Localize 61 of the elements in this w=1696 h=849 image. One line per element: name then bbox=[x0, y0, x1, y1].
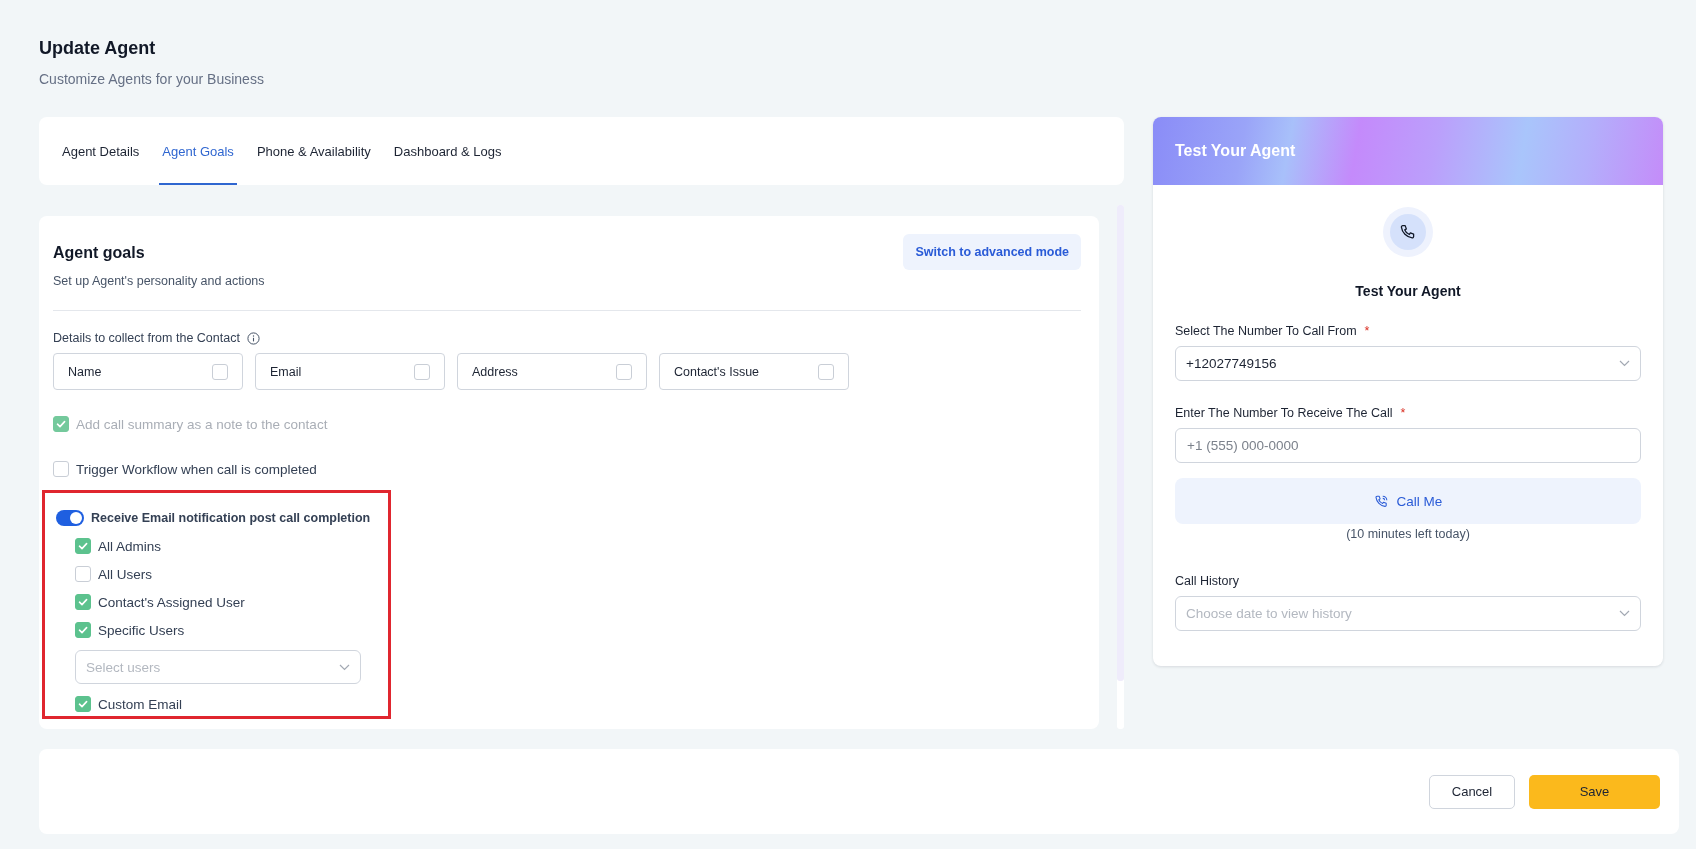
panel-header-title: Test Your Agent bbox=[1175, 142, 1296, 160]
checkbox-label: Contact's Assigned User bbox=[98, 594, 245, 610]
checkmark-icon bbox=[56, 419, 66, 429]
section-title: Agent goals bbox=[53, 244, 146, 262]
phone-icon bbox=[1373, 493, 1389, 509]
option-label: Address bbox=[472, 364, 518, 379]
chevron-icon bbox=[1619, 610, 1630, 617]
option-label: Name bbox=[68, 364, 102, 379]
detail-option[interactable]: Email bbox=[255, 353, 445, 390]
checkbox-label: Custom Email bbox=[98, 696, 183, 712]
cancel-button[interactable]: Cancel bbox=[1429, 774, 1515, 809]
checkbox[interactable] bbox=[75, 538, 91, 554]
checkbox-label: Trigger Workflow when call is completed bbox=[76, 461, 317, 477]
checkbox[interactable] bbox=[616, 363, 632, 380]
call-me-button[interactable]: Call Me bbox=[1175, 478, 1641, 524]
phone-icon bbox=[1399, 223, 1417, 241]
detail-option[interactable]: Name bbox=[53, 353, 243, 390]
checkbox[interactable] bbox=[414, 363, 430, 380]
field-label: Details to collect from the Contact bbox=[53, 331, 240, 345]
toggle-switch[interactable] bbox=[56, 510, 84, 526]
checkbox[interactable] bbox=[212, 363, 228, 380]
number-select[interactable]: +12027749156 bbox=[1175, 346, 1641, 381]
toggle-label: Receive Email notification post call completion bbox=[91, 511, 371, 525]
checkbox[interactable] bbox=[75, 622, 91, 638]
checkbox[interactable] bbox=[75, 696, 91, 712]
checkmark-icon bbox=[78, 699, 88, 709]
required-mark: * bbox=[1364, 324, 1370, 338]
option-label: Contact's Issue bbox=[674, 364, 760, 379]
chevron-icon bbox=[1619, 360, 1630, 367]
minutes-left: (10 minutes left today) bbox=[1346, 527, 1470, 541]
tab[interactable]: Agent Details bbox=[59, 117, 143, 185]
advanced-mode-button[interactable]: Switch to advanced mode bbox=[903, 234, 1081, 270]
field-label: Select The Number To Call From bbox=[1175, 324, 1357, 338]
option-label: Email bbox=[270, 364, 302, 379]
checkbox[interactable] bbox=[75, 566, 91, 582]
checkmark-icon bbox=[78, 541, 88, 551]
page-title: Update Agent bbox=[39, 38, 157, 59]
tab[interactable]: Dashboard & Logs bbox=[390, 117, 505, 185]
checkbox-label: Specific Users bbox=[98, 622, 185, 638]
checkbox[interactable] bbox=[818, 363, 834, 380]
checkbox[interactable] bbox=[53, 461, 69, 477]
checkbox-label: All Admins bbox=[98, 538, 162, 554]
detail-option[interactable]: Contact's Issue bbox=[659, 353, 849, 390]
tab[interactable]: Phone & Availability bbox=[253, 117, 374, 185]
field-label: Call History bbox=[1175, 574, 1239, 588]
chevron-icon bbox=[339, 663, 350, 671]
checkbox-label: Add call summary as a note to the contact bbox=[76, 416, 328, 432]
panel-title: Test Your Agent bbox=[1355, 283, 1461, 299]
info-icon bbox=[246, 331, 260, 345]
required-mark: * bbox=[1400, 406, 1406, 420]
checkbox[interactable] bbox=[75, 594, 91, 610]
phone-input[interactable]: +1 (555) 000-0000 bbox=[1175, 428, 1641, 463]
tab[interactable]: Agent Goals bbox=[159, 117, 237, 185]
page-subtitle: Customize Agents for your Business bbox=[39, 71, 265, 87]
section-subtitle: Set up Agent's personality and actions bbox=[53, 274, 265, 288]
checkmark-icon bbox=[78, 625, 88, 635]
checkmark-icon bbox=[78, 597, 88, 607]
detail-option[interactable]: Address bbox=[457, 353, 647, 390]
save-button[interactable]: Save bbox=[1529, 774, 1660, 809]
checkbox-label: All Users bbox=[98, 566, 152, 582]
field-label: Enter The Number To Receive The Call bbox=[1175, 406, 1393, 420]
